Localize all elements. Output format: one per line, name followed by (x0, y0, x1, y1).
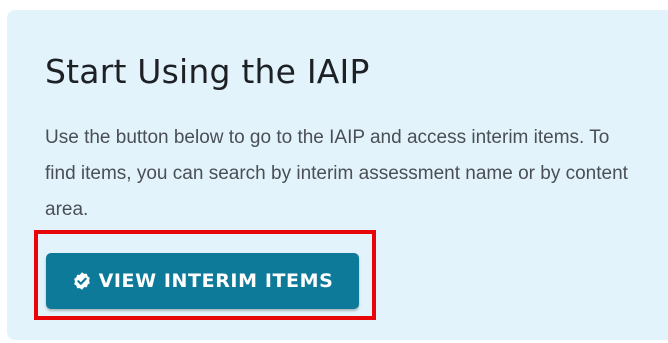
card-description: Use the button below to go to the IAIP a… (45, 127, 628, 220)
card-title: Start Using the IAIP (45, 52, 370, 91)
check-badge-icon (72, 271, 92, 291)
view-interim-items-button[interactable]: VIEW INTERIM ITEMS (46, 253, 359, 309)
button-label: VIEW INTERIM ITEMS (98, 270, 334, 292)
